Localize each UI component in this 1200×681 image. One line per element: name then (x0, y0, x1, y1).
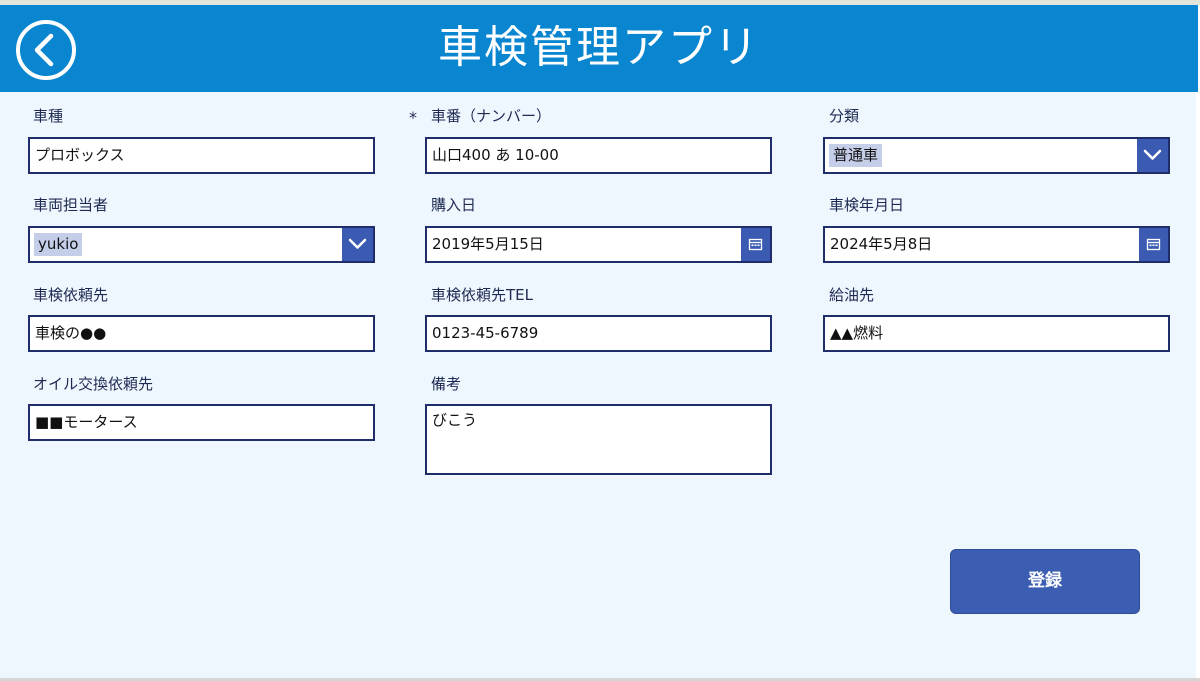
inspection-date-calendar-button[interactable] (1139, 228, 1168, 261)
notes-label: 備考 (431, 375, 462, 393)
window-right-edge (1196, 92, 1200, 681)
plate-number-label: 車番（ナンバー） (431, 107, 552, 125)
category-label: 分類 (829, 107, 860, 125)
chevron-down-icon (348, 238, 367, 249)
plate-number-input[interactable]: 山口400 あ 10-00 (425, 137, 772, 174)
required-asterisk: * (409, 108, 417, 127)
category-dropdown-toggle[interactable] (1137, 139, 1168, 172)
register-button[interactable]: 登録 (950, 549, 1140, 614)
vehicle-manager-selected-value: yukio (34, 233, 83, 256)
app-header: 車検管理アプリ (0, 5, 1198, 92)
purchase-date-label: 購入日 (431, 196, 477, 214)
fuel-supplier-input[interactable]: ▲▲燃料 (823, 315, 1170, 352)
calendar-icon (1146, 238, 1161, 251)
plate-number-value: 山口400 あ 10-00 (432, 146, 559, 164)
inspection-vendor-label: 車検依頼先 (33, 286, 109, 304)
inspection-date-label: 車検年月日 (829, 196, 905, 214)
car-model-value: プロボックス (35, 146, 125, 164)
vehicle-manager-label: 車両担当者 (33, 196, 109, 214)
inspection-vendor-tel-value: 0123-45-6789 (432, 324, 539, 342)
purchase-date-calendar-button[interactable] (741, 228, 770, 261)
inspection-vendor-tel-input[interactable]: 0123-45-6789 (425, 315, 772, 352)
inspection-vendor-input[interactable]: 車検の●● (28, 315, 375, 352)
inspection-vendor-value: 車検の●● (35, 324, 107, 342)
inspection-date-picker[interactable]: 2024年5月8日 (823, 226, 1170, 263)
app-screen: 車検管理アプリ 車種 プロボックス * 車番（ナンバー） 山口400 あ 10-… (0, 0, 1200, 681)
oil-change-vendor-label: オイル交換依頼先 (33, 375, 154, 393)
calendar-icon (748, 238, 763, 251)
car-model-input[interactable]: プロボックス (28, 137, 375, 174)
inspection-date-value: 2024年5月8日 (830, 235, 933, 253)
oil-change-vendor-input[interactable]: ■■モータース (28, 404, 375, 441)
fuel-supplier-value: ▲▲燃料 (830, 324, 884, 342)
notes-value: びこう (432, 411, 478, 429)
app-title: 車検管理アプリ (438, 22, 760, 73)
fuel-supplier-label: 給油先 (829, 286, 875, 304)
category-dropdown[interactable]: 普通車 (823, 137, 1170, 174)
notes-textarea[interactable]: びこう (425, 404, 772, 475)
category-selected-value: 普通車 (829, 144, 883, 167)
chevron-down-icon (1143, 149, 1162, 160)
vehicle-manager-dropdown[interactable]: yukio (28, 226, 375, 263)
inspection-vendor-tel-label: 車検依頼先TEL (431, 286, 533, 304)
car-model-label: 車種 (33, 107, 64, 125)
purchase-date-picker[interactable]: 2019年5月15日 (425, 226, 772, 263)
oil-change-vendor-value: ■■モータース (35, 413, 138, 431)
vehicle-manager-dropdown-toggle[interactable] (342, 228, 373, 261)
purchase-date-value: 2019年5月15日 (432, 235, 544, 253)
